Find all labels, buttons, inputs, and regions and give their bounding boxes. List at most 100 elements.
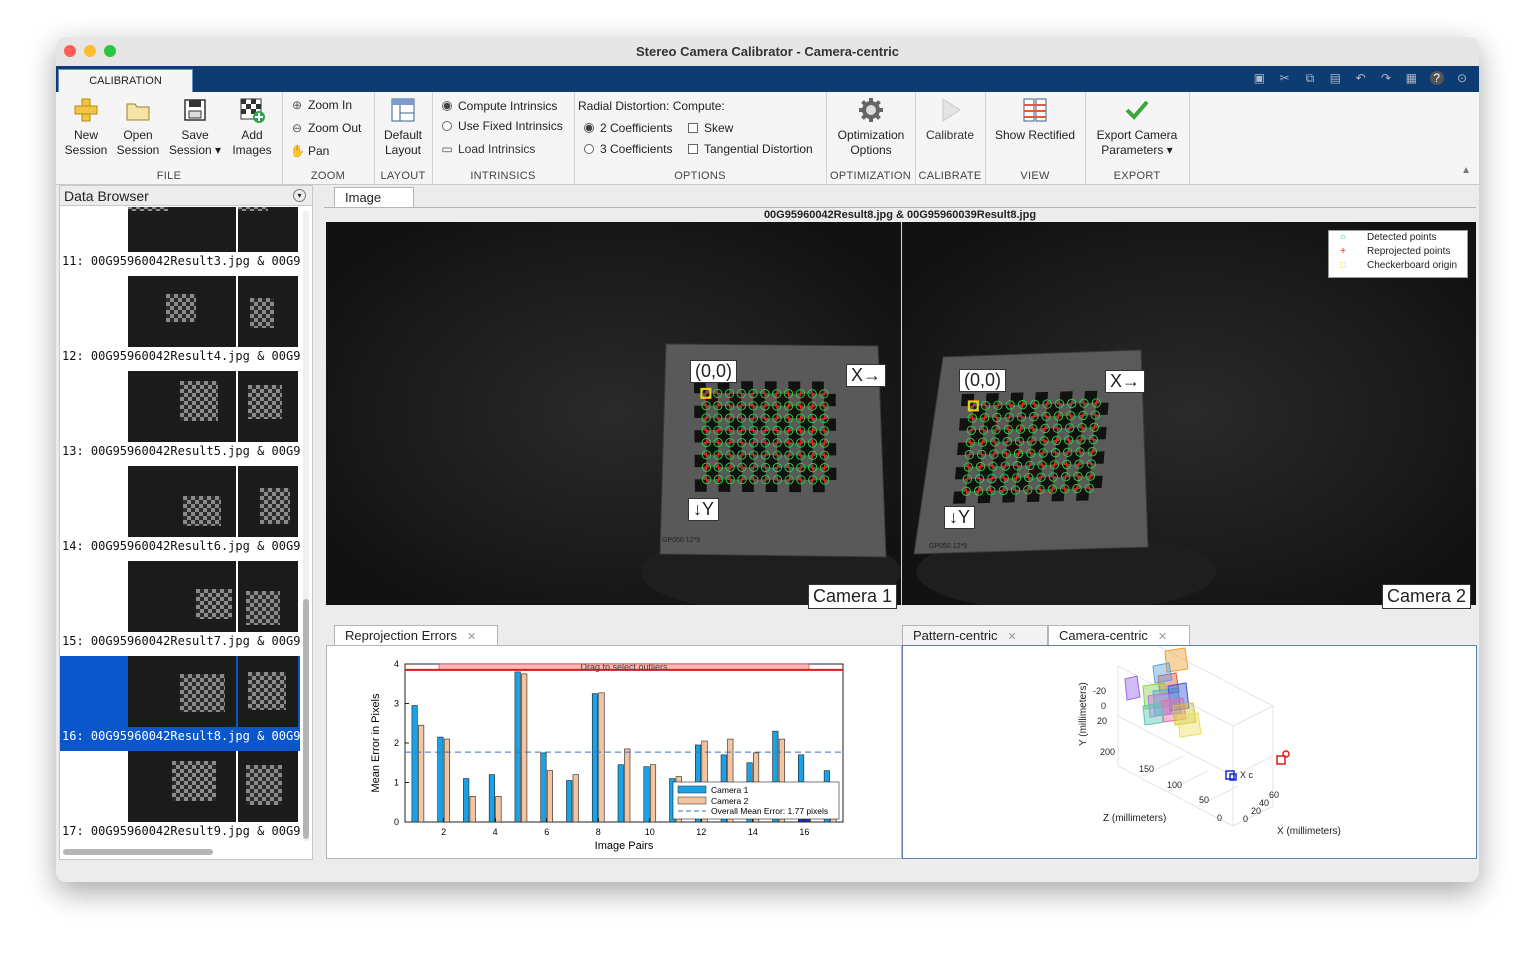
collapse-ribbon-icon[interactable]: ▲ <box>1461 165 1471 176</box>
two-coefficients-radio[interactable]: 2 Coefficients <box>584 121 673 135</box>
redo-icon[interactable]: ↷ <box>1379 71 1393 85</box>
radio-icon <box>584 144 594 154</box>
list-item[interactable]: 15: 00G95960042Result7.jpg & 00G95 <box>60 561 300 656</box>
tab-camera-centric[interactable]: Camera-centric ✕ <box>1048 625 1190 645</box>
camera2-label: Camera 2 <box>1382 584 1472 609</box>
zoom-out-label: Zoom Out <box>308 121 362 135</box>
pan-button[interactable]: ✋ Pan <box>290 144 329 158</box>
checker-square <box>718 454 731 468</box>
paste-icon[interactable]: ▤ <box>1328 71 1342 85</box>
tab-pattern-centric[interactable]: Pattern-centric ✕ <box>902 625 1048 645</box>
x-axis-label: Image Pairs <box>595 840 654 852</box>
camera-centric-3d-plot[interactable]: -20 0 20 200 150 100 50 0 0 20 40 60 Z (… <box>902 645 1477 859</box>
help-icon[interactable]: ? <box>1429 71 1444 85</box>
three-coefficients-radio[interactable]: 3 Coefficients <box>584 142 673 156</box>
checker-square <box>1053 464 1067 477</box>
list-item[interactable]: 13: 00G95960042Result5.jpg & 00G95 <box>60 371 300 466</box>
tab-reprojection-errors[interactable]: Reprojection Errors ✕ <box>334 625 498 645</box>
skew-checkbox[interactable]: Skew <box>688 121 733 135</box>
close-icon[interactable]: ✕ <box>1158 631 1167 643</box>
pattern-plane <box>1142 702 1165 726</box>
save-session-button[interactable]: Save Session ▾ <box>167 96 223 158</box>
close-icon[interactable]: ✕ <box>467 631 476 643</box>
show-rectified-button[interactable]: Show Rectified <box>988 96 1082 143</box>
checker-square <box>776 393 789 406</box>
x-tick-3: 40 <box>1259 798 1269 808</box>
calibration-pattern-planes <box>1124 647 1202 738</box>
error-bar <box>495 796 502 823</box>
save-session-label: Save Session ▾ <box>168 128 222 157</box>
save-icon[interactable]: ▣ <box>1252 71 1266 85</box>
calibrate-button[interactable]: Calibrate <box>922 96 978 143</box>
options-icon[interactable]: ⊙ <box>1455 71 1469 85</box>
error-bar <box>624 748 631 823</box>
checker-square <box>1093 427 1107 440</box>
list-item[interactable]: 17: 00G95960042Result9.jpg & 00G95 <box>60 751 300 842</box>
load-intrinsics-button[interactable]: ▭ Load Intrinsics <box>440 142 535 156</box>
checker-square <box>1070 403 1084 416</box>
close-icon[interactable]: ✕ <box>1008 631 1017 643</box>
checker-square <box>694 405 707 418</box>
layout-icon[interactable]: ▦ <box>1404 71 1418 85</box>
checker-square <box>1004 465 1018 479</box>
tangential-distortion-checkbox[interactable]: Tangential Distortion <box>688 142 813 156</box>
quick-access-toolbar: ▣ ✂ ⧉ ▤ ↶ ↷ ▦ ? ⊙ <box>1244 71 1469 87</box>
thumbnail-right <box>238 751 298 822</box>
open-session-button[interactable]: Open Session <box>110 96 166 158</box>
thumbnail-left <box>128 207 236 252</box>
load-intrinsics-label: Load Intrinsics <box>458 142 536 156</box>
chevron-down-icon[interactable]: ▾ <box>293 189 306 202</box>
list-item[interactable]: 16: 00G95960042Result8.jpg & 00G95 <box>60 656 300 751</box>
error-bar <box>572 774 579 823</box>
y-tick-2: 0 <box>1101 701 1106 711</box>
zoom-in-button[interactable]: ⊕ Zoom In <box>290 98 352 112</box>
error-bar <box>540 752 547 823</box>
scrollbar-thumb[interactable] <box>303 599 309 839</box>
checker-square <box>765 455 778 468</box>
vertical-scrollbar[interactable] <box>303 211 309 841</box>
optimization-options-button[interactable]: Optimization Options <box>828 96 914 158</box>
y-axis-label-camera2: ↓Y <box>944 506 976 529</box>
ribbon: New Session Open Session Save Session ▾ … <box>56 92 1479 185</box>
copy-icon[interactable]: ⧉ <box>1303 71 1317 85</box>
thumbnail-left <box>128 371 236 442</box>
error-bar <box>566 780 573 823</box>
horizontal-scrollbar[interactable] <box>63 849 213 855</box>
checker-square <box>972 405 986 419</box>
tab-image-label: Image <box>345 190 382 205</box>
reprojection-bar-chart[interactable]: Drag to select outliers012342 4 6 8 10 12 14 16… <box>327 646 899 856</box>
list-item[interactable]: 14: 00G95960042Result6.jpg & 00G95 <box>60 466 300 561</box>
zoom-out-button[interactable]: ⊖ Zoom Out <box>290 121 361 135</box>
undo-icon[interactable]: ↶ <box>1354 71 1368 85</box>
thumbnail-left <box>128 466 236 537</box>
compute-intrinsics-radio[interactable]: Compute Intrinsics <box>442 99 557 113</box>
thumbnail-left <box>128 561 236 632</box>
checker-square <box>753 442 766 456</box>
list-item-label: 14: 00G95960042Result6.jpg & 00G95 <box>62 539 300 553</box>
layout-group-label: LAYOUT <box>380 170 426 182</box>
use-fixed-intrinsics-radio[interactable]: Use Fixed Intrinsics <box>442 119 563 133</box>
tab-calibration[interactable]: CALIBRATION <box>58 69 193 93</box>
default-layout-button[interactable]: Default Layout <box>375 96 431 158</box>
checker-square <box>694 454 707 468</box>
checker-square <box>729 442 742 455</box>
folder-icon <box>126 103 150 121</box>
new-session-button[interactable]: New Session <box>58 96 114 158</box>
three-coefficients-label: 3 Coefficients <box>600 142 673 156</box>
checker-square <box>764 381 777 394</box>
checkerboard-thumb <box>128 207 168 211</box>
export-camera-parameters-button[interactable]: Export Camera Parameters ▾ <box>1089 96 1185 158</box>
legend-reprojected-label: Reprojected points <box>1367 246 1451 257</box>
calibrate-label: Calibrate <box>925 128 975 142</box>
checker-square <box>1091 451 1105 464</box>
camera2-marker <box>1276 750 1290 765</box>
export-camera-parameters-label: Export Camera Parameters ▾ <box>1096 128 1178 157</box>
list-item[interactable]: 12: 00G95960042Result4.jpg & 00G95 <box>60 276 300 371</box>
checker-square <box>741 381 754 394</box>
tab-image[interactable]: Image <box>334 187 414 207</box>
list-item[interactable]: 11: 00G95960042Result3.jpg & 00G95 <box>60 207 300 276</box>
cut-icon[interactable]: ✂ <box>1278 71 1292 85</box>
list-item-label: 16: 00G95960042Result8.jpg & 00G95 <box>62 729 300 743</box>
y-tick-label: 1 <box>394 778 399 788</box>
add-images-button[interactable]: Add Images <box>224 96 280 158</box>
